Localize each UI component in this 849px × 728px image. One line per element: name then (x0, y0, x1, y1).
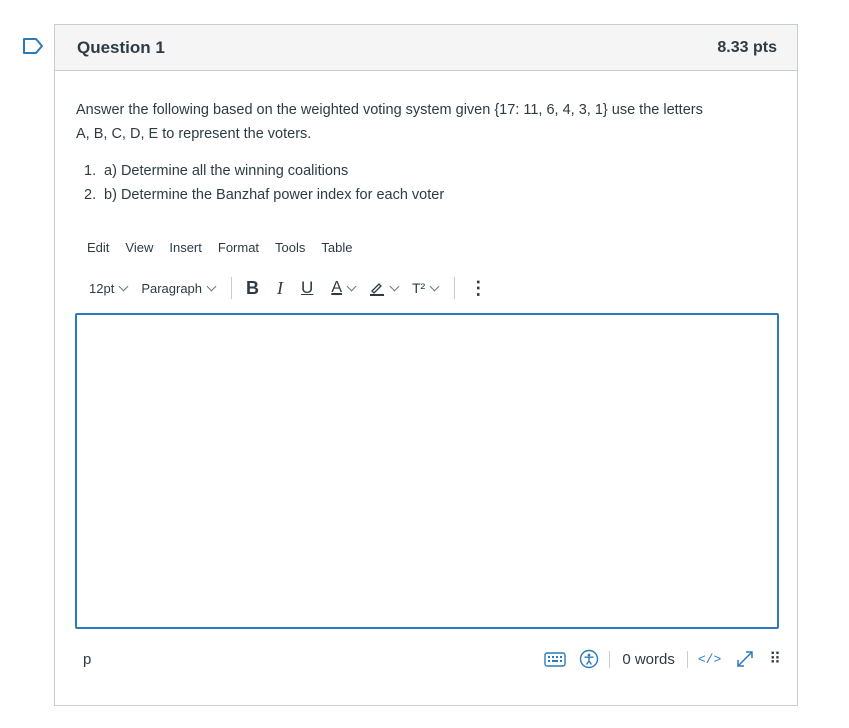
editor-menubar: Edit View Insert Format Tools Table (87, 240, 368, 255)
question-prompt: Answer the following based on the weight… (76, 98, 776, 146)
font-size-select[interactable]: 12pt (89, 281, 129, 296)
editor-toolbar: 12pt Paragraph B I U A T² ⋮ (89, 275, 487, 301)
keyboard-icon (544, 652, 567, 667)
question-points: 8.33 pts (717, 38, 777, 56)
question-title: Question 1 (77, 37, 165, 57)
menu-edit[interactable]: Edit (87, 240, 109, 255)
question-list: 1. a) Determine all the winning coalitio… (84, 159, 444, 207)
text-color-icon: A (331, 279, 342, 296)
more-tools-button[interactable]: ⋮ (469, 278, 487, 299)
block-format-select[interactable]: Paragraph (141, 281, 217, 296)
accessibility-checker-button[interactable] (579, 649, 599, 669)
superscript-icon: T² (411, 280, 426, 296)
highlighter-icon (369, 283, 384, 296)
question-card: Question 1 8.33 pts Answer the following… (54, 24, 798, 706)
html-editor-toggle[interactable]: </> (698, 652, 721, 667)
chevron-down-icon (206, 281, 217, 291)
status-right: 0 words </> ⠿ (543, 645, 781, 673)
superscript-button[interactable]: T² (411, 280, 440, 296)
chevron-down-icon (118, 281, 129, 291)
list-item: 1. a) Determine all the winning coalitio… (84, 163, 349, 179)
toolbar-divider (231, 277, 233, 299)
question-prompt-line1: Answer the following based on the weight… (76, 102, 703, 118)
rich-text-editor[interactable] (75, 313, 779, 629)
word-count[interactable]: 0 words (609, 650, 688, 668)
accessibility-icon (580, 649, 599, 669)
italic-button[interactable]: I (277, 278, 283, 299)
expand-icon (737, 651, 754, 667)
menu-insert[interactable]: Insert (169, 240, 202, 255)
chevron-down-icon (389, 281, 400, 291)
toolbar-divider (454, 277, 456, 299)
menu-tools[interactable]: Tools (275, 240, 305, 255)
editor-statusbar: p 0 words </> ⠿ (75, 645, 781, 673)
keyboard-shortcuts-button[interactable] (543, 650, 567, 668)
menu-format[interactable]: Format (218, 240, 259, 255)
highlight-color-button[interactable] (369, 280, 400, 296)
menu-table[interactable]: Table (321, 240, 352, 255)
bold-button[interactable]: B (246, 278, 259, 299)
text-color-button[interactable]: A (331, 279, 357, 297)
flag-question-icon[interactable] (22, 37, 44, 55)
underline-button[interactable]: U (301, 278, 313, 298)
resize-handle[interactable]: ⠿ (769, 649, 781, 669)
chevron-down-icon (346, 281, 357, 291)
question-prompt-line2: A, B, C, D, E to represent the voters. (76, 126, 312, 142)
chevron-down-icon (429, 281, 440, 291)
menu-view[interactable]: View (125, 240, 153, 255)
question-header: Question 1 8.33 pts (55, 25, 797, 71)
fullscreen-button[interactable] (735, 649, 755, 669)
list-item: 2. b) Determine the Banzhaf power index … (84, 187, 445, 203)
element-path[interactable]: p (83, 651, 91, 668)
